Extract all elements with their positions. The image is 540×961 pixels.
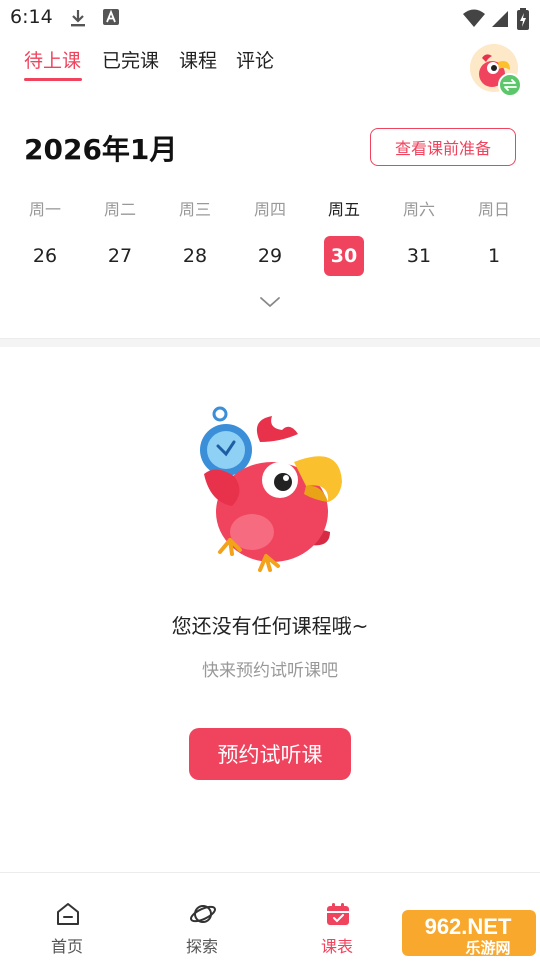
tab-label: 评论 [236,50,275,72]
tab-completed[interactable]: 已完课 [102,46,159,73]
chevron-down-icon[interactable] [258,294,282,310]
battery-icon [517,8,529,30]
font-app-icon [103,9,119,25]
nav-item-home[interactable]: 首页 [17,873,117,961]
date-cell[interactable]: 31 [399,236,439,276]
nav-label: 首页 [50,937,83,956]
day-column: 周一 26 [8,198,82,276]
tab-pending[interactable]: 待上课 [24,46,82,81]
nav-label: 探索 [185,937,218,956]
weekday-label: 周三 [178,200,211,219]
day-column: 周五 30 [307,198,381,276]
view-class-prep-button[interactable]: 查看课前准备 [370,128,516,166]
date-cell-selected[interactable]: 30 [324,236,364,276]
day-column: 周三 28 [158,198,232,276]
day-column: 周四 29 [233,198,307,276]
date-cell[interactable]: 28 [175,236,215,276]
day-column: 周日 1 [457,198,531,276]
swap-icon [503,79,517,91]
date-cell[interactable]: 27 [100,236,140,276]
parrot-with-clock-illustration [200,406,342,572]
date-cell[interactable]: 26 [25,236,65,276]
status-bar: 6:14 [0,0,540,36]
wifi-icon [463,9,485,27]
weekday-label: 周六 [402,200,435,219]
weekday-label: 周日 [477,200,510,219]
weekday-label: 周四 [253,200,286,219]
book-trial-class-button[interactable]: 预约试听课 [189,728,351,780]
month-title: 2026年1月 [24,133,178,166]
weekday-label-today: 周五 [327,200,360,219]
weekday-label: 周二 [103,200,136,219]
active-tab-indicator [24,78,82,81]
weekday-label: 周一 [28,200,61,219]
tab-label: 已完课 [102,50,160,72]
tab-reviews[interactable]: 评论 [236,46,274,73]
date-cell[interactable]: 29 [250,236,290,276]
status-time: 6:14 [10,6,53,28]
watermark-text-top: 962.NET [425,914,512,939]
home-icon [57,903,79,925]
site-watermark-logo: 962.NET 乐游网 [402,910,536,957]
tab-courses[interactable]: 课程 [179,46,217,73]
nav-item-schedule[interactable]: 课表 [287,873,387,961]
calendar-icon [327,903,349,925]
signal-icon [492,11,508,27]
planet-icon [190,905,216,923]
tab-label: 课程 [179,50,218,72]
empty-state-title: 您还没有任何课程哦~ [171,614,369,638]
watermark-text-bottom: 乐游网 [465,939,510,957]
day-column: 周二 27 [83,198,157,276]
nav-item-explore[interactable]: 探索 [152,873,252,961]
date-cell[interactable]: 1 [474,236,514,276]
tab-label: 待上课 [24,50,82,72]
download-icon [71,10,85,27]
section-divider [0,338,540,347]
day-column: 周六 31 [382,198,456,276]
switch-account-badge[interactable] [498,73,522,97]
empty-state-subtitle: 快来预约试听课吧 [202,661,338,681]
nav-label-active: 课表 [320,937,353,956]
